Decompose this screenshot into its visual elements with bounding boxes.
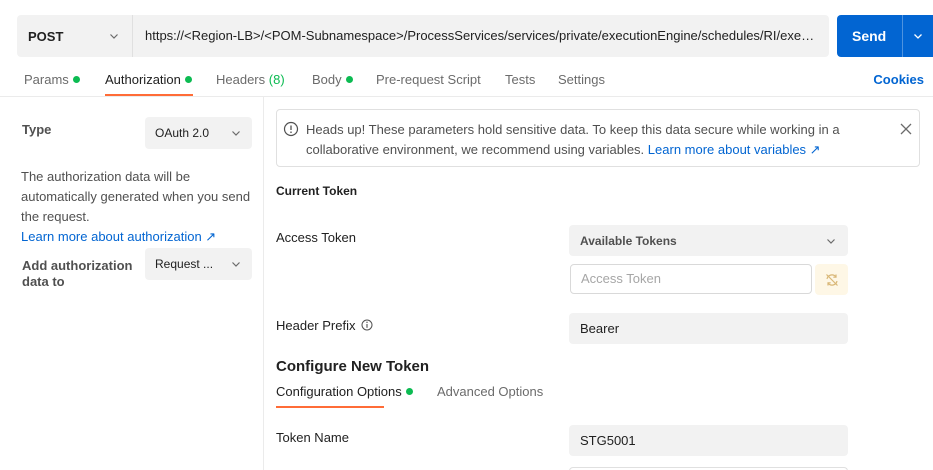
token-name-input[interactable]: STG5001	[569, 425, 848, 456]
auth-type-value: OAuth 2.0	[155, 126, 210, 140]
close-icon[interactable]	[899, 122, 913, 136]
auth-description-text: The authorization data will be automatic…	[21, 169, 251, 224]
auth-sidebar: Type OAuth 2.0 The authorization data wi…	[0, 97, 264, 470]
tab-body[interactable]: Body	[312, 72, 353, 87]
tab-configuration-options[interactable]: Configuration Options	[276, 384, 413, 399]
chevron-down-icon	[110, 34, 118, 39]
header-prefix-input[interactable]: Bearer	[569, 313, 848, 344]
send-options-button[interactable]	[902, 15, 924, 57]
learn-more-variables-link[interactable]: Learn more about variables ↗	[648, 142, 821, 157]
chevron-down-icon	[914, 34, 922, 39]
active-subtab-indicator	[276, 406, 384, 408]
sync-off-icon	[825, 273, 838, 286]
header-prefix-label: Header Prefix	[276, 318, 373, 333]
tab-authorization[interactable]: Authorization	[105, 72, 192, 87]
chevron-down-icon	[232, 131, 240, 136]
token-sync-button[interactable]	[815, 264, 848, 295]
tab-pre-request-script[interactable]: Pre-request Script	[376, 72, 481, 87]
notice-text: Heads up! These parameters hold sensitiv…	[306, 120, 886, 160]
tab-label: Authorization	[105, 72, 181, 87]
subtab-label: Advanced Options	[437, 384, 544, 399]
tab-advanced-options[interactable]: Advanced Options	[437, 384, 543, 399]
tab-headers[interactable]: Headers (8)	[216, 72, 285, 87]
status-dot	[184, 76, 192, 83]
url-input[interactable]: https://<Region-LB>/<POM-Subnamespace>/P…	[133, 15, 829, 57]
request-tabs: Params Authorization Headers (8) Body Pr…	[0, 68, 933, 97]
headers-count: (8)	[268, 72, 285, 87]
send-button[interactable]: Send	[837, 15, 933, 57]
info-icon[interactable]	[361, 319, 373, 331]
status-dot	[72, 76, 80, 83]
available-tokens-label: Available Tokens	[580, 233, 677, 248]
tab-settings[interactable]: Settings	[558, 72, 605, 87]
active-tab-indicator	[105, 94, 193, 96]
type-label: Type	[22, 122, 52, 137]
access-token-input[interactable]: Access Token	[570, 264, 812, 294]
chevron-down-icon	[232, 262, 240, 267]
add-auth-to-label: Add authorization data to	[22, 258, 133, 289]
tab-label: Settings	[558, 72, 605, 87]
access-token-label: Access Token	[276, 230, 356, 245]
sensitive-data-notice: Heads up! These parameters hold sensitiv…	[276, 109, 920, 167]
request-bar: POST https://<Region-LB>/<POM-Subnamespa…	[17, 15, 829, 57]
tab-tests[interactable]: Tests	[505, 72, 535, 87]
current-token-heading: Current Token	[276, 184, 358, 198]
learn-more-authorization-link[interactable]: Learn more about authorization ↗	[21, 229, 216, 244]
subtab-label: Configuration Options	[276, 384, 402, 399]
method-select[interactable]: POST	[17, 15, 133, 57]
tab-label: Pre-request Script	[376, 72, 481, 87]
header-prefix-text: Header Prefix	[276, 318, 356, 333]
token-name-label: Token Name	[276, 430, 349, 445]
add-auth-to-select[interactable]: Request ...	[145, 248, 252, 280]
auth-type-select[interactable]: OAuth 2.0	[145, 117, 252, 149]
chevron-down-icon	[827, 238, 835, 244]
auth-description: The authorization data will be automatic…	[21, 167, 259, 247]
status-dot	[345, 76, 353, 83]
configure-token-heading: Configure New Token	[276, 358, 430, 375]
tab-label: Headers	[216, 72, 266, 87]
cookies-link[interactable]: Cookies	[873, 72, 924, 87]
tab-label: Params	[24, 72, 69, 87]
info-icon	[283, 121, 299, 137]
available-tokens-select[interactable]: Available Tokens	[569, 225, 848, 256]
tab-label: Body	[312, 72, 342, 87]
send-label: Send	[852, 28, 887, 44]
tab-params[interactable]: Params	[24, 72, 80, 87]
tab-label: Tests	[505, 72, 536, 87]
status-dot	[405, 388, 413, 395]
method-label: POST	[28, 28, 64, 44]
add-auth-to-value: Request ...	[155, 257, 214, 271]
